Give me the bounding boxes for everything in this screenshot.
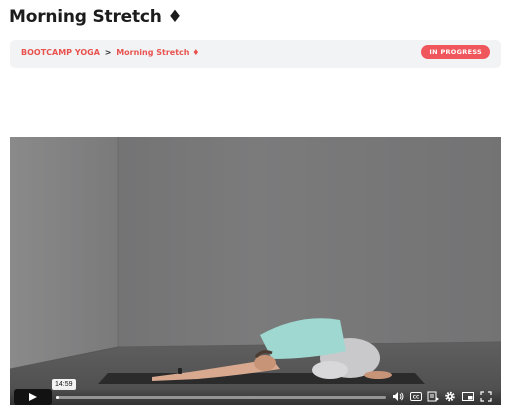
play-button[interactable]	[14, 389, 52, 405]
video-player[interactable]: 14:59 CC	[10, 137, 501, 405]
breadcrumb-bar: BOOTCAMP YOGA > Morning Stretch ♦ IN PRO…	[10, 40, 501, 68]
page-title: Morning Stretch ♦	[9, 7, 183, 27]
transcript-icon[interactable]	[427, 391, 439, 402]
volume-icon[interactable]	[392, 391, 404, 402]
pip-icon[interactable]	[462, 391, 474, 402]
settings-icon[interactable]	[444, 391, 456, 402]
breadcrumb-link-course[interactable]: BOOTCAMP YOGA	[21, 48, 100, 57]
breadcrumb: BOOTCAMP YOGA > Morning Stretch ♦	[21, 48, 199, 57]
fullscreen-icon[interactable]	[480, 391, 492, 402]
play-icon	[29, 393, 37, 401]
progress-bar[interactable]	[56, 396, 386, 399]
breadcrumb-link-lesson[interactable]: Morning Stretch ♦	[116, 48, 199, 57]
breadcrumb-separator: >	[104, 48, 112, 57]
svg-text:CC: CC	[413, 395, 420, 401]
video-frame[interactable]	[10, 137, 501, 405]
progress-fill	[56, 396, 60, 399]
status-badge: IN PROGRESS	[421, 45, 490, 59]
captions-icon[interactable]: CC	[410, 391, 422, 402]
